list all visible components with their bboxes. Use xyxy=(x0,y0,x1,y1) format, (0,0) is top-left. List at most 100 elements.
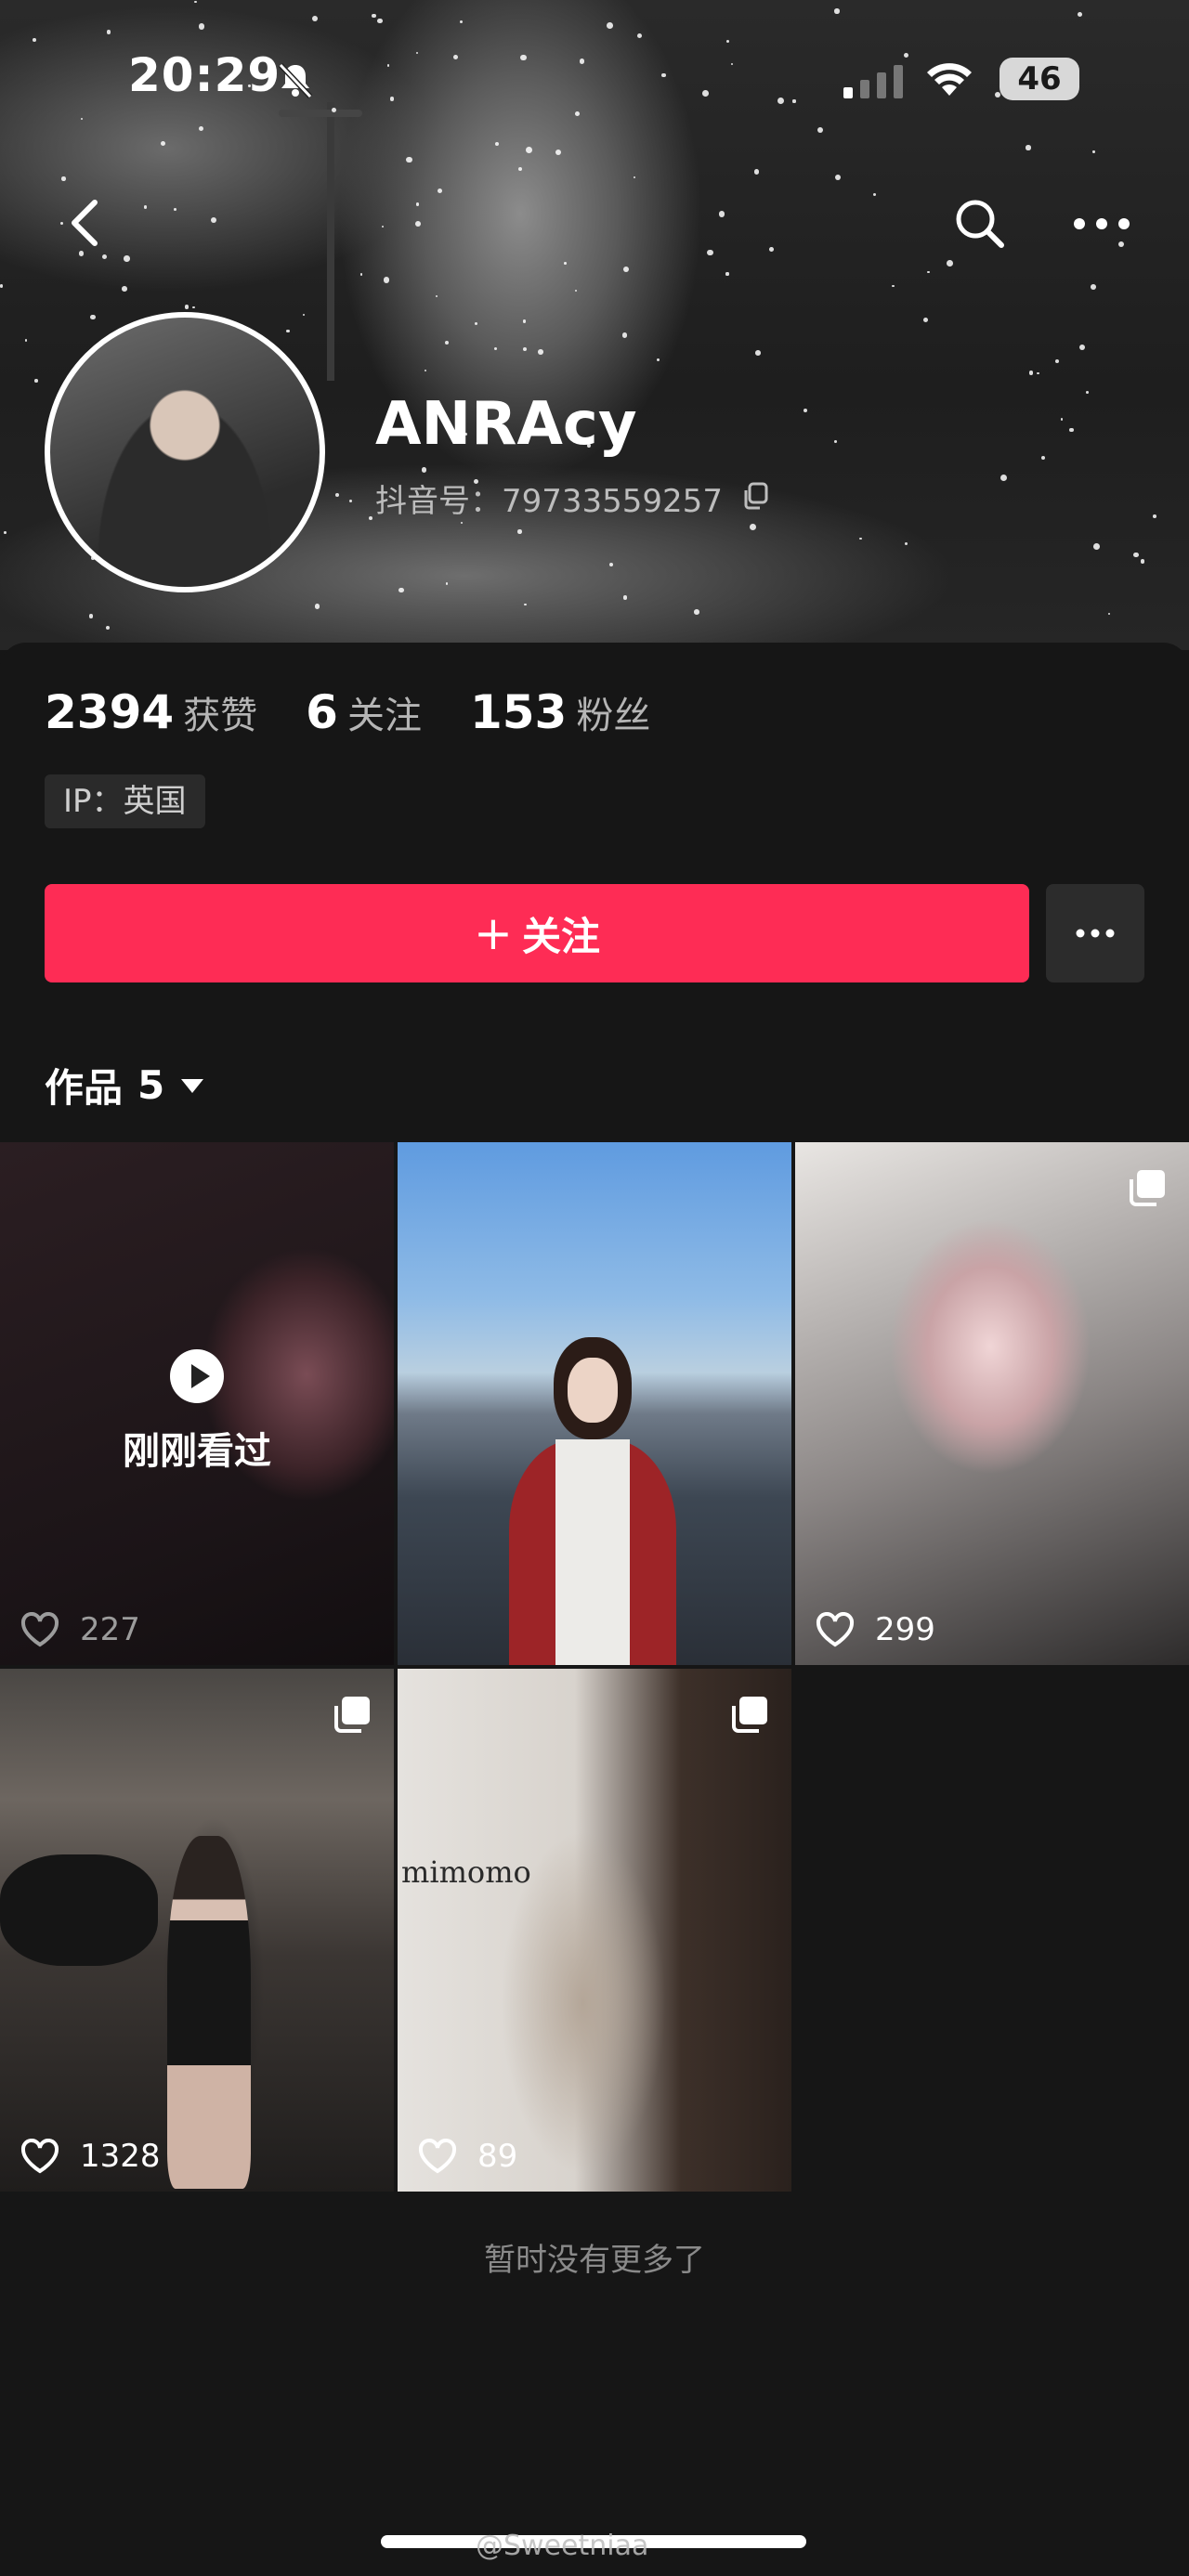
snowflake xyxy=(1153,514,1156,518)
snowflake xyxy=(88,614,93,618)
snowflake xyxy=(0,284,4,288)
snowflake xyxy=(494,141,500,147)
back-arrow-icon[interactable] xyxy=(61,195,113,251)
snowflake xyxy=(199,23,205,30)
snowflake xyxy=(90,315,96,320)
like-count: 89 xyxy=(418,2138,517,2175)
work-item[interactable]: mimomo 89 xyxy=(398,1669,791,2192)
tab-works-count: 5 xyxy=(137,1062,165,1108)
tab-works[interactable]: 作品 5 xyxy=(45,1057,205,1113)
snowflake xyxy=(335,493,340,498)
snowflake xyxy=(24,339,28,342)
recently-watched-label: 刚刚看过 xyxy=(123,1430,271,1473)
search-icon[interactable] xyxy=(951,195,1007,251)
profile-stats: 2394 获赞 6 关注 153 粉丝 xyxy=(45,685,699,739)
snowflake xyxy=(755,350,761,356)
snowflake xyxy=(105,625,110,630)
snowflake xyxy=(415,51,419,54)
snowflake xyxy=(579,59,585,64)
snowflake xyxy=(414,221,421,227)
snowflake xyxy=(702,90,710,98)
snowflake xyxy=(520,54,527,60)
heart-icon xyxy=(418,2139,457,2174)
snowflake xyxy=(706,249,713,256)
snowflake xyxy=(922,317,929,323)
snowflake xyxy=(633,176,635,178)
caret-down-icon xyxy=(181,1078,204,1093)
work-item[interactable]: 299 xyxy=(795,1142,1189,1665)
snowflake xyxy=(160,141,165,147)
copy-icon[interactable] xyxy=(741,481,769,511)
snowflake xyxy=(210,217,216,224)
snowflake xyxy=(524,603,527,606)
snowflake xyxy=(859,537,862,540)
snowflake xyxy=(522,346,528,352)
snowflake xyxy=(555,149,562,155)
snowflake xyxy=(1069,427,1074,433)
snowflake xyxy=(61,176,66,181)
snowflake xyxy=(725,39,730,44)
snowflake xyxy=(792,99,796,103)
snowflake xyxy=(106,30,111,34)
snowflake xyxy=(494,347,498,351)
ip-location-badge: IP：英国 xyxy=(45,774,205,828)
like-count: 299 xyxy=(816,1611,935,1648)
snowflake xyxy=(1054,358,1059,363)
snowflake xyxy=(1026,145,1031,150)
more-actions-button[interactable] xyxy=(1046,884,1144,982)
avatar[interactable] xyxy=(45,312,325,592)
snowflake xyxy=(1092,150,1095,153)
wifi-icon xyxy=(927,63,972,96)
snowflake xyxy=(1107,612,1110,615)
snowflake xyxy=(834,174,841,180)
ellipsis-icon xyxy=(1076,929,1115,938)
snowflake xyxy=(622,595,628,600)
snowflake xyxy=(359,273,363,276)
snowflake xyxy=(124,255,130,262)
snowflake xyxy=(574,111,580,116)
snowflake xyxy=(817,126,824,133)
snowflake xyxy=(834,8,840,14)
end-of-list-text: 暂时没有更多了 xyxy=(484,2242,705,2279)
like-count-value: 1328 xyxy=(80,2138,161,2175)
snowflake xyxy=(753,169,760,175)
work-item[interactable] xyxy=(398,1142,791,1665)
snowflake xyxy=(1133,552,1139,557)
stat-followers[interactable]: 153 粉丝 xyxy=(470,685,650,739)
battery-indicator: 46 xyxy=(1000,58,1079,100)
snowflake xyxy=(377,18,383,24)
street-lamp-arm xyxy=(279,110,362,117)
snowflake xyxy=(1040,455,1045,461)
snowflake xyxy=(725,272,729,276)
snowflake xyxy=(1028,371,1034,375)
snowflake xyxy=(574,289,577,292)
more-options-icon[interactable] xyxy=(1072,210,1131,238)
work-item[interactable]: 刚刚看过 227 xyxy=(0,1142,394,1665)
snowflake xyxy=(621,332,628,339)
snowflake xyxy=(694,609,699,615)
stat-likes[interactable]: 2394 获赞 xyxy=(45,685,257,739)
stat-following[interactable]: 6 关注 xyxy=(306,685,422,739)
snowflake xyxy=(445,341,450,345)
snowflake xyxy=(904,541,908,546)
heart-icon xyxy=(20,2139,59,2174)
douyin-id: 抖音号：79733559257 xyxy=(375,483,723,520)
profile-nickname: ANRAcy xyxy=(375,390,637,459)
snowflake xyxy=(1078,344,1085,350)
photo-bag xyxy=(0,1854,158,1966)
snowflake xyxy=(452,55,459,60)
snowflake xyxy=(749,524,756,530)
snowflake xyxy=(406,156,412,163)
work-item[interactable]: 1328 xyxy=(0,1669,394,2192)
snowflake xyxy=(769,247,775,252)
snowflake xyxy=(143,205,148,209)
follow-button[interactable]: + 关注 xyxy=(45,884,1029,982)
stat-followers-label: 粉丝 xyxy=(576,695,651,737)
snowflake xyxy=(80,117,84,121)
bell-muted-icon xyxy=(278,62,313,99)
snowflake xyxy=(637,33,643,38)
snowflake xyxy=(994,92,1001,98)
photo-shop-sign: mimomo xyxy=(401,1854,531,1890)
photo-subject xyxy=(167,1836,251,2189)
snowflake xyxy=(1000,474,1008,481)
